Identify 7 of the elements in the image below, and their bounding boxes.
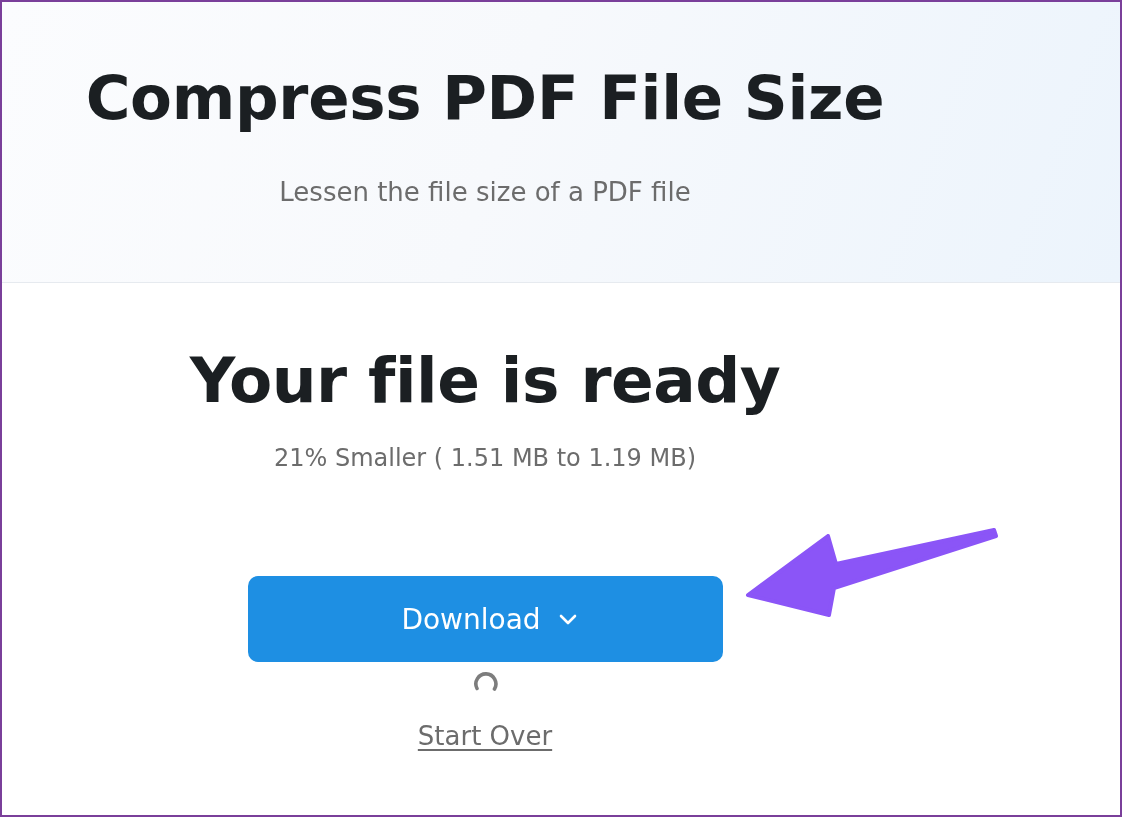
ready-heading: Your file is ready <box>189 343 781 419</box>
chevron-down-icon <box>558 613 577 625</box>
page-subtitle: Lessen the file size of a PDF file <box>279 176 691 208</box>
page-title: Compress PDF File Size <box>85 61 885 135</box>
download-button[interactable]: Download <box>247 576 723 662</box>
size-summary: 21% Smaller ( 1.51 MB to 1.19 MB) <box>273 443 697 474</box>
start-over-link[interactable]: Start Over <box>417 720 553 752</box>
